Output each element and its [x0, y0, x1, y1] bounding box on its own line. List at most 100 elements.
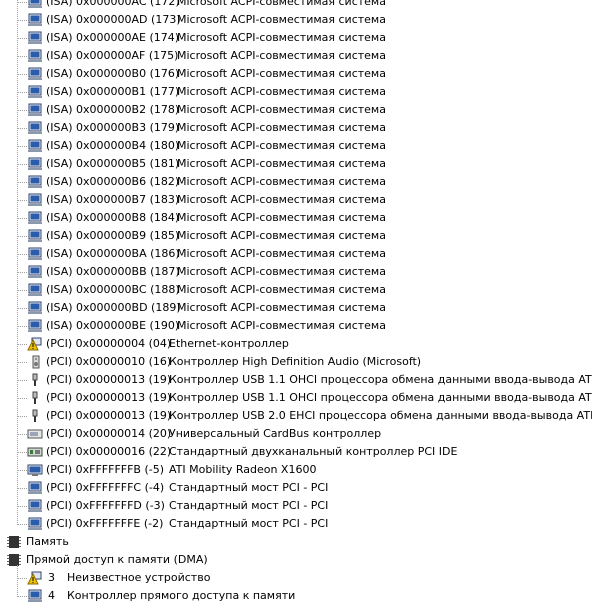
irq-list-item[interactable]: (ISA) 0x000000B6 (182) Microsoft ACPI-сов…: [0, 173, 592, 191]
resource-address: (ISA) 0x000000BB (187): [46, 265, 180, 278]
resource-address: (PCI) 0x00000016 (22): [46, 445, 172, 458]
irq-list-item[interactable]: (ISA) 0x000000B4 (180) Microsoft ACPI-сов…: [0, 137, 592, 155]
irq-list-item[interactable]: (ISA) 0x000000BD (189) Microsoft ACPI-сов…: [0, 299, 592, 317]
device-name: Контроллер прямого доступа к памяти: [67, 589, 296, 602]
system-device-icon: [27, 247, 43, 261]
irq-list-item[interactable]: (ISA) 0x000000AE (174) Microsoft ACPI-сов…: [0, 29, 592, 47]
irq-list-item[interactable]: (PCI) 0x00000013 (19) Контроллер USB 1.1 …: [0, 389, 592, 407]
device-name: Microsoft ACPI-совместимая система: [177, 67, 386, 80]
resource-address: (ISA) 0x000000BD (189): [46, 301, 181, 314]
resource-address: (ISA) 0x000000AD (173): [46, 13, 181, 26]
system-device-icon: [27, 31, 43, 45]
irq-list-item[interactable]: (ISA) 0x000000BE (190) Microsoft ACPI-сов…: [0, 317, 592, 335]
tree-connector: [17, 362, 27, 363]
system-device-icon: [27, 301, 43, 315]
system-device-icon: [27, 13, 43, 27]
tree-connector: [17, 488, 27, 489]
device-name: Microsoft ACPI-совместимая система: [177, 157, 386, 170]
device-name: Microsoft ACPI-совместимая система: [177, 247, 386, 260]
device-resource-tree: (ISA) 0x000000AC (172) Microsoft ACPI-сов…: [0, 0, 592, 615]
tree-connector: [17, 452, 27, 453]
system-device-icon: [27, 229, 43, 243]
resource-address: (PCI) 0x00000014 (20): [46, 427, 172, 440]
resource-address: (ISA) 0x000000B0 (176): [46, 67, 180, 80]
irq-list-item[interactable]: (ISA) 0x000000B3 (179) Microsoft ACPI-сов…: [0, 119, 592, 137]
irq-list-item[interactable]: (PCI) 0x00000010 (16) Контроллер High Def…: [0, 353, 592, 371]
tree-connector: [17, 20, 27, 21]
tree-connector: [17, 524, 27, 525]
tree-connector: [17, 56, 27, 57]
system-device-icon: [27, 85, 43, 99]
irq-list-item[interactable]: (ISA) 0x000000B1 (177) Microsoft ACPI-сов…: [0, 83, 592, 101]
category-dma[interactable]: Прямой доступ к памяти (DMA): [0, 551, 592, 569]
irq-list-item[interactable]: (PCI) 0x00000013 (19) Контроллер USB 2.0 …: [0, 407, 592, 425]
irq-list-item[interactable]: (ISA) 0x000000B5 (181) Microsoft ACPI-сов…: [0, 155, 592, 173]
irq-list-item[interactable]: (PCI) 0x00000016 (22) Стандартный двухкан…: [0, 443, 592, 461]
irq-list-item[interactable]: (PCI) 0xFFFFFFFB (-5) ATI Mobility Radeon…: [0, 461, 592, 479]
tree-connector: [17, 380, 27, 381]
dma-list-item[interactable]: 3 Неизвестное устройство: [0, 569, 592, 587]
tree-connector: [17, 326, 27, 327]
resource-address: (ISA) 0x000000B4 (180): [46, 139, 180, 152]
irq-list-item[interactable]: (ISA) 0x000000B7 (183) Microsoft ACPI-сов…: [0, 191, 592, 209]
system-device-icon: [27, 283, 43, 297]
usb-plug-icon: [27, 373, 43, 387]
tree-connector: [17, 272, 27, 273]
irq-list-item[interactable]: (PCI) 0xFFFFFFFE (-2) Стандартный мост PC…: [0, 515, 592, 533]
tree-connector: [17, 110, 27, 111]
tree-connector: [17, 596, 27, 597]
irq-list-item[interactable]: (ISA) 0x000000AF (175) Microsoft ACPI-сов…: [0, 47, 592, 65]
system-device-icon: [27, 319, 43, 333]
device-name: Неизвестное устройство: [67, 571, 211, 584]
tree-connector: [17, 92, 27, 93]
irq-list-item[interactable]: (ISA) 0x000000AD (173) Microsoft ACPI-сов…: [0, 11, 592, 29]
resource-address: (ISA) 0x000000BE (190): [46, 319, 180, 332]
irq-list-item[interactable]: (PCI) 0x00000014 (20) Универсальный CardB…: [0, 425, 592, 443]
irq-list-item[interactable]: (ISA) 0x000000BB (187) Microsoft ACPI-сов…: [0, 263, 592, 281]
resource-address: (PCI) 0xFFFFFFFB (-5): [46, 463, 165, 476]
irq-list-item[interactable]: (ISA) 0x000000B9 (185) Microsoft ACPI-сов…: [0, 227, 592, 245]
device-name: Стандартный мост PCI - PCI: [169, 481, 329, 494]
tree-connector: [17, 416, 27, 417]
device-name: Microsoft ACPI-совместимая система: [177, 265, 386, 278]
irq-list-item[interactable]: (ISA) 0x000000AC (172) Microsoft ACPI-сов…: [0, 0, 592, 11]
irq-list-item[interactable]: (ISA) 0x000000B8 (184) Microsoft ACPI-сов…: [0, 209, 592, 227]
tree-connector: [17, 236, 27, 237]
system-device-icon: [27, 499, 43, 513]
irq-list-item[interactable]: (ISA) 0x000000B0 (176) Microsoft ACPI-сов…: [0, 65, 592, 83]
device-name: Ethernet-контроллер: [169, 337, 289, 350]
device-name: Microsoft ACPI-совместимая система: [177, 139, 386, 152]
device-name: Microsoft ACPI-совместимая система: [177, 0, 386, 8]
irq-list-item[interactable]: (PCI) 0x00000013 (19) Контроллер USB 1.1 …: [0, 371, 592, 389]
system-device-icon: [27, 265, 43, 279]
tree-connector: [17, 146, 27, 147]
tree-connector: [17, 506, 27, 507]
tree-connector: [17, 290, 27, 291]
irq-list-item[interactable]: (PCI) 0xFFFFFFFD (-3) Стандартный мост PC…: [0, 497, 592, 515]
tree-connector: [17, 128, 27, 129]
irq-list-item[interactable]: (ISA) 0x000000BA (186) Microsoft ACPI-сов…: [0, 245, 592, 263]
system-device-icon: [27, 121, 43, 135]
device-name: Microsoft ACPI-совместимая система: [177, 229, 386, 242]
resource-address: (PCI) 0xFFFFFFFE (-2): [46, 517, 164, 530]
resource-address: (ISA) 0x000000B9 (185): [46, 229, 180, 242]
resource-address: (ISA) 0x000000AC (172): [46, 0, 180, 8]
irq-list-item[interactable]: (ISA) 0x000000B2 (178) Microsoft ACPI-сов…: [0, 101, 592, 119]
memory-chip-icon: [6, 535, 22, 549]
tree-connector: [17, 200, 27, 201]
device-name: Microsoft ACPI-совместимая система: [177, 103, 386, 116]
dma-list-item[interactable]: 4 Контроллер прямого доступа к памяти: [0, 587, 592, 605]
system-device-icon: [27, 481, 43, 495]
irq-list-item[interactable]: (PCI) 0xFFFFFFFC (-4) Стандартный мост PC…: [0, 479, 592, 497]
resource-address: (PCI) 0xFFFFFFFD (-3): [46, 499, 165, 512]
display-adapter-icon: [27, 463, 43, 477]
system-device-icon: [27, 139, 43, 153]
resource-address: (PCI) 0x00000004 (04): [46, 337, 172, 350]
device-name: Microsoft ACPI-совместимая система: [177, 283, 386, 296]
irq-list-item[interactable]: (PCI) 0x00000004 (04) Ethernet-контроллер: [0, 335, 592, 353]
irq-list-item[interactable]: (ISA) 0x000000BC (188) Microsoft ACPI-сов…: [0, 281, 592, 299]
system-device-icon: [27, 0, 43, 9]
device-name: Microsoft ACPI-совместимая система: [177, 49, 386, 62]
tree-connector: [17, 344, 27, 345]
category-memory[interactable]: Память: [0, 533, 592, 551]
